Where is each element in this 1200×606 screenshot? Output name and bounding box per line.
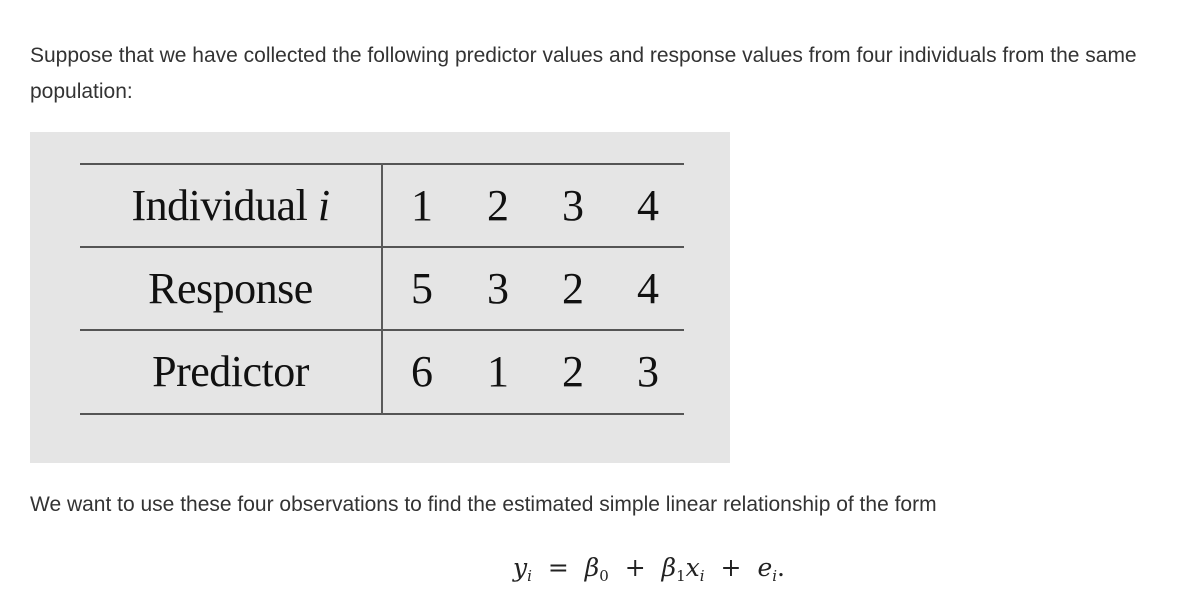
eq-plus: +	[624, 553, 646, 582]
table-cell: 4	[637, 264, 659, 313]
table-cell: 3	[487, 264, 509, 313]
header-cell: 4	[637, 181, 659, 230]
eq-plus: +	[720, 553, 742, 582]
header-cell: 2	[487, 181, 509, 230]
eq-beta1-subscript: 1	[676, 567, 686, 585]
eq-y: y	[513, 553, 528, 582]
eq-y-subscript: i	[527, 567, 532, 585]
header-cell: 1	[411, 181, 433, 230]
header-label-variable: i	[317, 181, 330, 230]
eq-x-subscript: i	[699, 567, 705, 585]
table-header-row: Individual i 1 2 3 4	[80, 165, 684, 247]
table-cell: 5	[411, 264, 433, 313]
table-cell: 1	[487, 347, 509, 396]
question-paragraph: We want to use these four observations t…	[30, 493, 937, 516]
header-label: Individual i	[80, 165, 381, 247]
table-cell: 3	[637, 347, 659, 396]
eq-e: e	[757, 553, 773, 582]
intro-paragraph: Suppose that we have collected the follo…	[30, 44, 1137, 103]
eq-beta0: β	[584, 553, 600, 582]
table-cell: 2	[562, 264, 584, 313]
eq-beta0-subscript: 0	[599, 567, 609, 585]
eq-period: .	[777, 553, 785, 582]
data-table-image: Individual i 1 2 3 4 Response 5 3 2 4 Pr…	[30, 132, 730, 463]
row-label-predictor: Predictor	[152, 347, 309, 396]
header-label-text: Individual	[131, 181, 308, 230]
eq-x: x	[685, 553, 700, 582]
eq-beta1: β	[661, 553, 677, 582]
table-row-response: Response 5 3 2 4	[80, 248, 684, 330]
table-cell: 2	[562, 347, 584, 396]
table-cell: 6	[411, 347, 433, 396]
regression-equation: yi = β0 + β1xi + ei.	[513, 550, 785, 586]
header-cell: 3	[562, 181, 584, 230]
row-label-response: Response	[148, 264, 313, 313]
eq-equals: =	[547, 553, 569, 582]
table-row-predictor: Predictor 6 1 2 3	[80, 331, 684, 413]
